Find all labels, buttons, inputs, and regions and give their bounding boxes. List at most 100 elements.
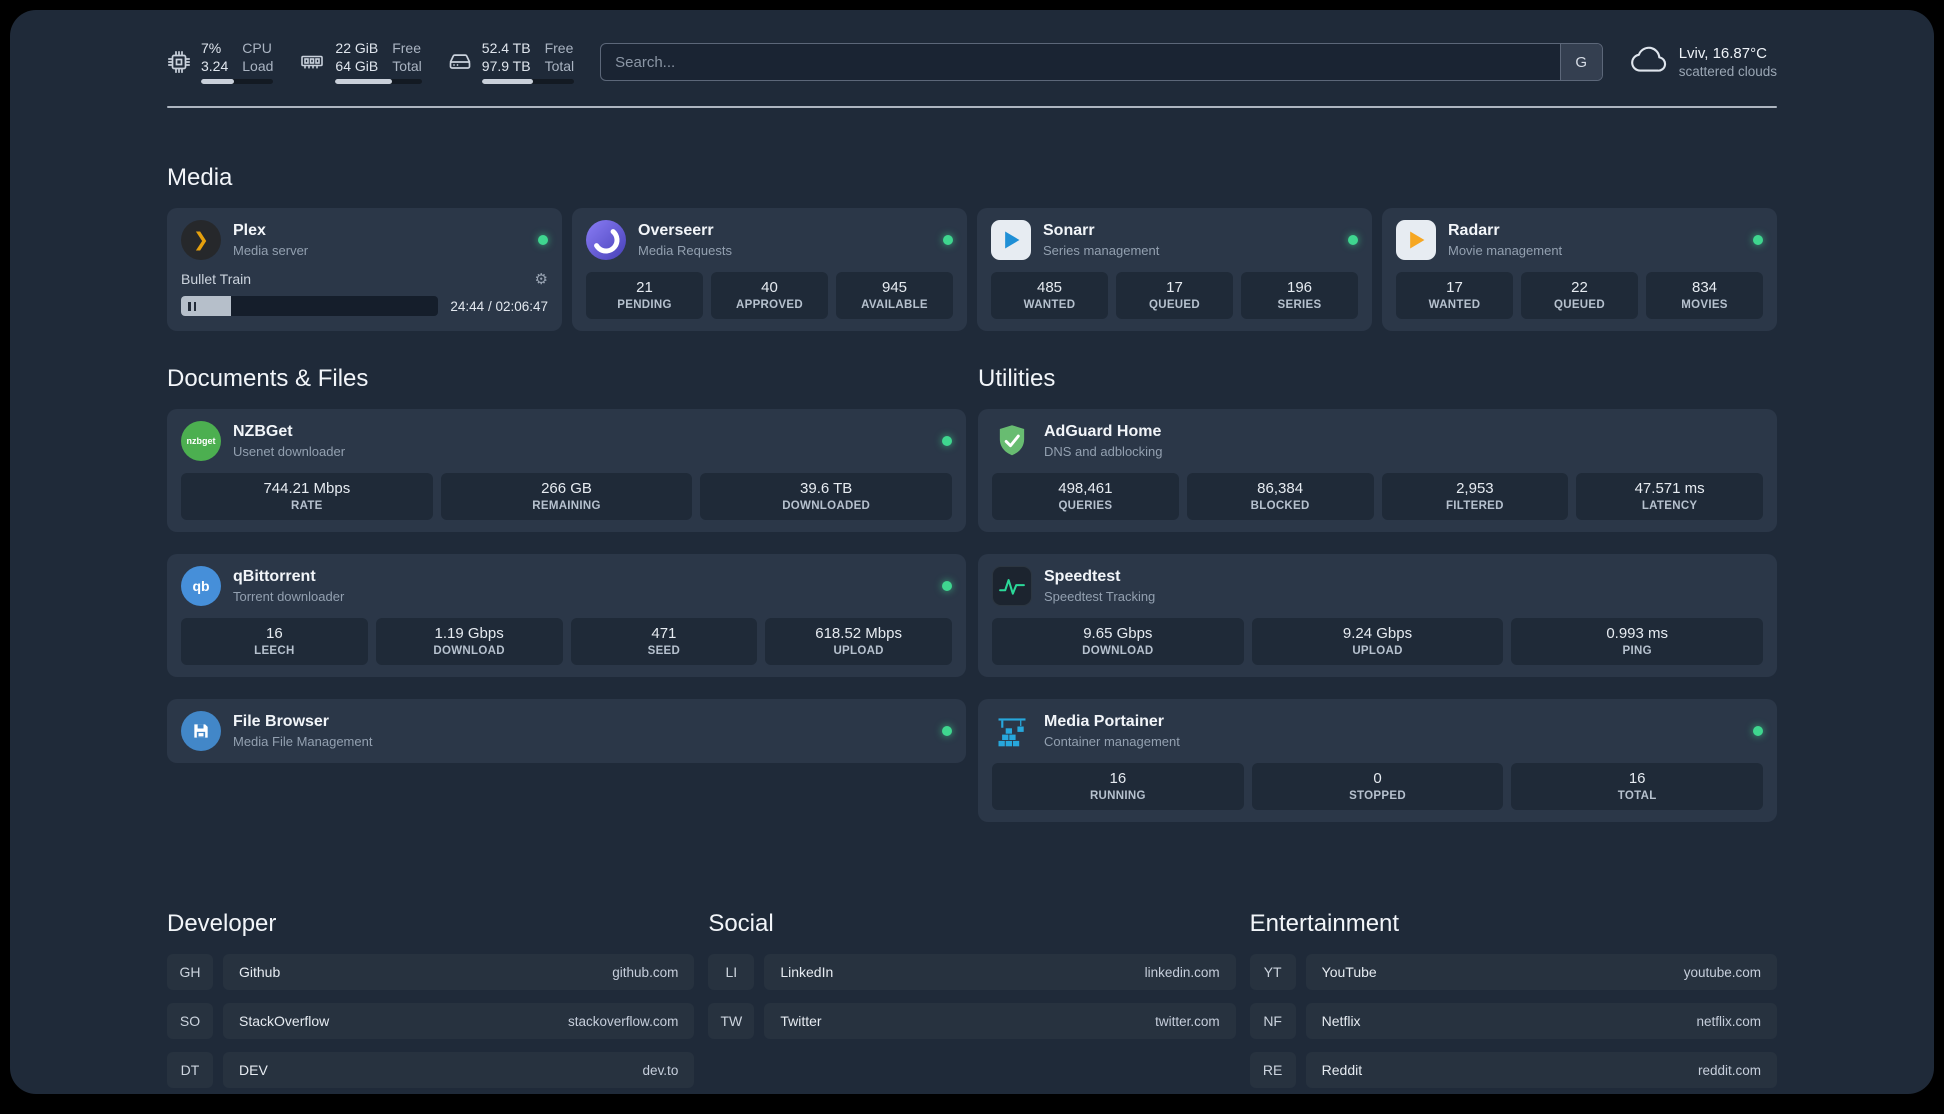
stat-label: RUNNING bbox=[1089, 790, 1146, 802]
memory-icon bbox=[299, 50, 325, 74]
bookmark-name: YouTube bbox=[1321, 964, 1377, 980]
stat-label: UPLOAD bbox=[1352, 645, 1403, 657]
stat-tile: 744.21 Mbps RATE bbox=[181, 473, 433, 520]
disk-free-value: 52.4 TB bbox=[481, 40, 531, 56]
stat-value: 1.19 Gbps bbox=[434, 625, 504, 642]
disk-usage-bar bbox=[481, 79, 575, 84]
bookmark-link-netflix[interactable]: NF Netflix netflix.com bbox=[1249, 1003, 1777, 1039]
filebrowser-card[interactable]: File Browser Media File Management bbox=[167, 699, 966, 763]
stat-value: 22 bbox=[1571, 279, 1588, 296]
card-title: AdGuard Home bbox=[1044, 423, 1162, 440]
sonarr-card[interactable]: Sonarr Series management 485 WANTED 17 Q… bbox=[977, 208, 1372, 331]
stat-label: SEED bbox=[647, 645, 681, 657]
bookmark-link-dev[interactable]: DT DEV dev.to bbox=[167, 1052, 695, 1088]
stat-label: UPLOAD bbox=[833, 645, 884, 657]
stat-label: SERIES bbox=[1277, 299, 1322, 311]
card-title: Plex bbox=[233, 222, 266, 239]
bookmark-url: twitter.com bbox=[1155, 1013, 1220, 1029]
status-dot bbox=[943, 235, 953, 245]
stat-value: 21 bbox=[636, 279, 653, 296]
status-dot bbox=[942, 581, 952, 591]
bookmark-link-linkedin[interactable]: LI LinkedIn linkedin.com bbox=[708, 954, 1236, 990]
radarr-card[interactable]: Radarr Movie management 17 WANTED 22 QUE… bbox=[1382, 208, 1777, 331]
stat-label: WANTED bbox=[1428, 299, 1481, 311]
stat-value: 744.21 Mbps bbox=[263, 480, 351, 497]
stat-value: 196 bbox=[1286, 279, 1313, 296]
stat-tile: 16 RUNNING bbox=[992, 763, 1244, 810]
plex-icon: ❯ bbox=[181, 220, 221, 260]
speedtest-card[interactable]: Speedtest Speedtest Tracking 9.65 Gbps D… bbox=[978, 554, 1777, 677]
playback-progress-bar bbox=[181, 296, 439, 316]
stat-value: 17 bbox=[1446, 279, 1463, 296]
bookmark-url: dev.to bbox=[642, 1062, 679, 1078]
stat-value: 834 bbox=[1691, 279, 1718, 296]
bookmark-abbr: YT bbox=[1249, 954, 1296, 990]
bookmark-link-twitter[interactable]: TW Twitter twitter.com bbox=[708, 1003, 1236, 1039]
weather-widget: Lviv, 16.87°C scattered clouds bbox=[1629, 45, 1777, 79]
card-subtitle: Container management bbox=[1044, 734, 1180, 749]
stat-label: AVAILABLE bbox=[861, 299, 928, 311]
stat-value: 0.993 ms bbox=[1606, 625, 1669, 642]
bookmark-link-reddit[interactable]: RE Reddit reddit.com bbox=[1249, 1052, 1777, 1088]
adguard-card[interactable]: AdGuard Home DNS and adblocking 498,461 … bbox=[978, 409, 1777, 532]
stat-value: 16 bbox=[266, 625, 283, 642]
section-title-utilities: Utilities bbox=[978, 365, 1056, 392]
bookmark-link-stackoverflow[interactable]: SO StackOverflow stackoverflow.com bbox=[167, 1003, 695, 1039]
documents-column: Documents & Files nzbget NZBGet Usenet d… bbox=[167, 365, 966, 844]
stat-label: MOVIES bbox=[1681, 299, 1728, 311]
memory-widget: 22 GiB 64 GiB Free Total bbox=[299, 40, 422, 84]
stat-label: TOTAL bbox=[1617, 790, 1657, 802]
bookmark-group-social: Social LI LinkedIn linkedin.com TW Twitt… bbox=[708, 910, 1236, 1094]
stat-value: 16 bbox=[1628, 770, 1646, 787]
search-provider-button[interactable]: G bbox=[1559, 44, 1602, 80]
bookmark-abbr: TW bbox=[708, 1003, 755, 1039]
disk-widget: 52.4 TB 97.9 TB Free Total bbox=[448, 40, 575, 84]
stat-tile: 0 STOPPED bbox=[1251, 763, 1504, 810]
bookmark-link-youtube[interactable]: YT YouTube youtube.com bbox=[1249, 954, 1777, 990]
search-input[interactable] bbox=[601, 44, 1560, 80]
stat-label: REMAINING bbox=[532, 500, 601, 512]
stat-label: BLOCKED bbox=[1250, 500, 1310, 512]
card-title: Sonarr bbox=[1043, 222, 1095, 239]
stat-label: QUEUED bbox=[1553, 299, 1605, 311]
stat-value: 471 bbox=[651, 625, 677, 642]
overseerr-card[interactable]: Overseerr Media Requests 21 PENDING 40 A… bbox=[572, 208, 967, 331]
memory-usage-bar bbox=[335, 79, 422, 84]
stat-value: 17 bbox=[1166, 279, 1183, 296]
bookmark-link-github[interactable]: GH Github github.com bbox=[167, 954, 695, 990]
stat-value: 266 GB bbox=[541, 480, 592, 497]
nzbget-card[interactable]: nzbget NZBGet Usenet downloader 744.21 M… bbox=[167, 409, 966, 532]
bookmark-abbr: RE bbox=[1249, 1052, 1296, 1088]
bookmark-abbr: DT bbox=[167, 1052, 213, 1088]
stat-value: 9.24 Gbps bbox=[1342, 625, 1413, 642]
stat-tile: 16 LEECH bbox=[181, 618, 368, 665]
stat-label: QUERIES bbox=[1058, 500, 1113, 512]
search-bar: G bbox=[600, 43, 1603, 81]
pause-icon[interactable] bbox=[188, 301, 196, 311]
memory-total-label: Total bbox=[392, 57, 422, 74]
card-subtitle: Usenet downloader bbox=[233, 444, 346, 459]
qbittorrent-card[interactable]: qb qBittorrent Torrent downloader 16 LEE… bbox=[167, 554, 966, 677]
bookmark-name: LinkedIn bbox=[780, 964, 834, 980]
bookmarks: Developer GH Github github.com SO StackO… bbox=[167, 910, 1777, 1094]
topbar: 7% 3.24 CPU Load 22 GiB 64 GiB Free Tota… bbox=[167, 40, 1777, 84]
bookmark-url: linkedin.com bbox=[1144, 964, 1220, 980]
stat-value: 485 bbox=[1036, 279, 1063, 296]
stat-label: APPROVED bbox=[736, 299, 803, 311]
stat-value: 618.52 Mbps bbox=[815, 625, 902, 642]
cpu-usage-value: 7% bbox=[201, 40, 222, 56]
portainer-icon bbox=[992, 711, 1032, 751]
hard-drive-icon bbox=[448, 50, 472, 74]
card-subtitle: Media File Management bbox=[233, 734, 373, 749]
bookmark-name: StackOverflow bbox=[239, 1013, 330, 1029]
stat-tile: 485 WANTED bbox=[991, 272, 1108, 319]
stat-label: STOPPED bbox=[1349, 790, 1406, 802]
stat-value: 0 bbox=[1373, 770, 1382, 787]
portainer-card[interactable]: Media Portainer Container management 16 … bbox=[978, 699, 1777, 822]
cpu-load-value: 3.24 bbox=[201, 57, 229, 74]
gear-icon[interactable]: ⚙ bbox=[535, 270, 548, 288]
stat-tile: 1.19 Gbps DOWNLOAD bbox=[375, 618, 563, 665]
section-title-media: Media bbox=[167, 164, 233, 191]
plex-card[interactable]: ❯ Plex Media server Bullet Train ⚙ 24:44… bbox=[167, 208, 562, 331]
weather-location: Lviv, 16.87°C bbox=[1678, 45, 1767, 62]
